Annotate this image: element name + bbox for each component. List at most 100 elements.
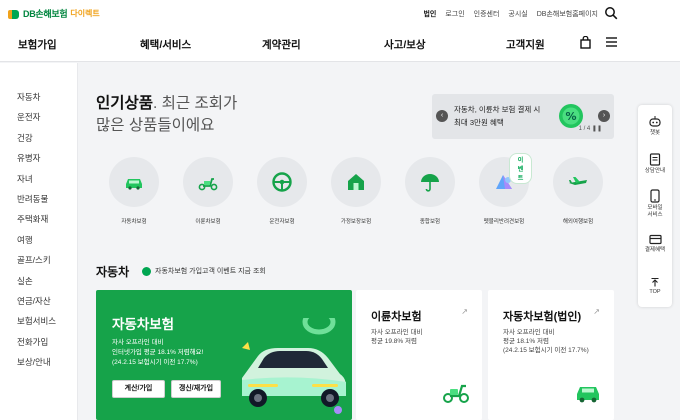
card-moto-desc-line1: 자사 오프라인 대비 xyxy=(371,329,423,336)
quick-label-chatbot: 챗봇 xyxy=(649,130,661,136)
hero-title-bold: 인기상품 xyxy=(96,95,154,112)
popular-products: 자동차보험 이륜차보험 운전자보험 가정보장보험 종합보험 이벤트 펫블리반려견… xyxy=(106,153,606,227)
util-link-homepage[interactable]: DB손해보험홈페이지 xyxy=(537,9,598,19)
nav-item-claims[interactable]: 사고/보상 xyxy=(384,37,426,52)
sidebar-item-health[interactable]: 건강 xyxy=(0,128,77,148)
sidebar-item-pets[interactable]: 반려동물 xyxy=(0,189,77,209)
shopping-bag-icon[interactable] xyxy=(580,36,591,49)
util-link-cert-center[interactable]: 인증센터 xyxy=(474,9,500,19)
product-item-car[interactable]: 자동차보험 xyxy=(106,157,162,225)
product-item-comprehensive[interactable]: 종합보험 xyxy=(402,157,458,225)
quick-item-payment-benefit[interactable]: 결제혜택 xyxy=(638,234,672,254)
quick-label-service: 서비스 xyxy=(647,212,663,218)
main-nav: 보험가입 혜택/서비스 계약관리 사고/보상 고객지원 xyxy=(0,28,680,62)
section-title: 자동차 xyxy=(96,265,130,279)
search-icon[interactable] xyxy=(604,6,618,20)
house-icon xyxy=(348,174,364,190)
quick-item-top[interactable]: TOP xyxy=(638,277,672,296)
top-utility-bar: DB손해보험 다이렉트 법인 로그인 인증센터 공시실 DB손해보험홈페이지 xyxy=(0,0,680,28)
event-badge: 이벤트 xyxy=(509,153,532,184)
product-item-pet[interactable]: 이벤트 펫블리반려견보험 xyxy=(476,153,532,225)
sidebar-item-claims-guide[interactable]: 보상/안내 xyxy=(0,352,77,372)
promo-banner[interactable]: ‹ 자동차, 이륜차 보험 결제 시 최대 3만원 혜택 % › 1 / 4 ❚… xyxy=(432,94,614,139)
card-moto-title: 이륜차보험 xyxy=(371,311,422,323)
util-link-login[interactable]: 로그인 xyxy=(445,9,464,19)
hero-title-line2: 많은 상품들이에요 xyxy=(96,117,215,134)
sidebar-item-service[interactable]: 보험서비스 xyxy=(0,311,77,331)
banner-next-icon[interactable]: › xyxy=(598,110,610,122)
banner-prev-icon[interactable]: ‹ xyxy=(436,110,448,122)
banner-page-indicator: 1 / 4 ❚❚ xyxy=(578,126,602,132)
card-corp-title: 자동차보험(법인) xyxy=(503,311,582,323)
renew-rejoin-button[interactable]: 갱신/재가입 xyxy=(171,380,221,398)
quick-label-top: TOP xyxy=(649,289,661,295)
logo-sub-text: 다이렉트 xyxy=(70,9,100,18)
consult-document-icon xyxy=(649,153,661,166)
mobile-phone-icon xyxy=(650,189,660,203)
quick-label-payment: 결제혜택 xyxy=(644,247,666,253)
banner-text: 자동차, 이륜차 보험 결제 시 최대 3만원 혜택 xyxy=(454,103,564,129)
util-link-corporate[interactable]: 법인 xyxy=(423,9,436,19)
banner-text-line2: 최대 3만원 혜택 xyxy=(454,118,504,127)
nav-item-benefits[interactable]: 혜택/서비스 xyxy=(140,37,191,52)
product-label: 가정보장보험 xyxy=(340,219,372,225)
event-dot-icon xyxy=(142,266,151,276)
sidebar-item-phone-join[interactable]: 전화가입 xyxy=(0,332,77,352)
arrow-up-right-icon: ↗ xyxy=(461,307,468,316)
card-motorcycle-insurance[interactable]: 이륜차보험 자사 오프라인 대비 평균 19.8% 저렴 ↗ xyxy=(356,290,482,420)
logo-mark-icon xyxy=(8,8,20,20)
card-corporate-car-insurance[interactable]: 자동차보험(법인) 자사 오프라인 대비 평균 18.1% 저렴 (24.2.1… xyxy=(488,290,614,420)
sidebar-item-travel[interactable]: 여행 xyxy=(0,230,77,250)
calculate-join-button[interactable]: 계산/가입 xyxy=(112,380,165,398)
card-corp-desc-line1: 자사 오프라인 대비 xyxy=(503,329,555,336)
sidebar-item-house-fire[interactable]: 주택화재 xyxy=(0,209,77,229)
logo-brand-text: DB손해보험 xyxy=(23,9,68,19)
credit-card-icon xyxy=(648,234,662,245)
nav-item-contract[interactable]: 계약관리 xyxy=(262,37,301,52)
utility-links: 법인 로그인 인증센터 공시실 DB손해보험홈페이지 xyxy=(423,9,598,19)
car-icon xyxy=(126,179,142,190)
steering-wheel-icon xyxy=(272,172,292,192)
hero-title-rest: . 최근 조회가 xyxy=(153,95,238,112)
util-link-disclosure[interactable]: 공시실 xyxy=(508,9,527,19)
quick-item-chatbot[interactable]: 챗봇 xyxy=(638,115,672,137)
main-content: 인기상품. 최근 조회가 많은 상품들이에요 ‹ 자동차, 이륜차 보험 결제 … xyxy=(78,63,630,420)
sidebar-item-children[interactable]: 자녀 xyxy=(0,169,77,189)
section-note-text: 자동차보험 가입고객 이벤트 지금 조회 xyxy=(155,268,266,275)
product-circle xyxy=(405,157,455,207)
product-item-scooter[interactable]: 이륜차보험 xyxy=(180,157,236,225)
nav-icons xyxy=(580,36,618,49)
product-item-driver[interactable]: 운전자보험 xyxy=(254,157,310,225)
section-event-link[interactable]: 자동차보험 가입고객 이벤트 지금 조회 xyxy=(142,266,266,276)
card-corp-desc: 자사 오프라인 대비 평균 18.1% 저렴 (24.2.15 보험시기 이전 … xyxy=(503,328,603,355)
card-car-desc-line2: 인터넷가입 평균 18.1% 저렴해요! xyxy=(112,349,204,356)
nav-item-insurance-join[interactable]: 보험가입 xyxy=(18,37,57,52)
banner-page-text: 1 / 4 xyxy=(578,126,591,132)
product-circle xyxy=(109,157,159,207)
hamburger-menu-icon[interactable] xyxy=(605,36,618,48)
product-circle xyxy=(183,157,233,207)
quick-item-mobile-service[interactable]: 모바일 서비스 xyxy=(638,189,672,219)
chatbot-icon xyxy=(649,116,661,127)
card-car-desc: 자사 오프라인 대비 인터넷가입 평균 18.1% 저렴해요! (24.2.15… xyxy=(112,338,252,368)
product-label: 해외여행보험 xyxy=(562,219,594,225)
sidebar-item-driver[interactable]: 운전자 xyxy=(0,107,77,127)
sidebar-item-pension[interactable]: 연금/자산 xyxy=(0,291,77,311)
airplane-icon xyxy=(569,177,587,185)
quick-menu: 챗봇 상담안내 모바일 서비스 결제혜택 TOP xyxy=(638,105,672,307)
card-car-desc-line3: (24.2.15 보험시기 이전 17.7%) xyxy=(112,359,198,366)
sidebar-item-indemnity[interactable]: 실손 xyxy=(0,271,77,291)
product-label: 종합보험 xyxy=(419,219,441,225)
sidebar-item-preexisting[interactable]: 유병자 xyxy=(0,148,77,168)
scooter-icon xyxy=(198,178,218,191)
quick-item-consult[interactable]: 상담안내 xyxy=(638,153,672,175)
arrow-up-icon xyxy=(651,278,659,287)
nav-item-support[interactable]: 고객지원 xyxy=(506,37,545,52)
product-item-travel[interactable]: 해외여행보험 xyxy=(550,157,606,225)
card-car-insurance[interactable]: 자동차보험 자사 오프라인 대비 인터넷가입 평균 18.1% 저렴해요! (2… xyxy=(96,290,352,420)
sidebar-item-golf-ski[interactable]: 골프/스키 xyxy=(0,250,77,270)
product-item-home[interactable]: 가정보장보험 xyxy=(328,157,384,225)
sidebar-item-car[interactable]: 자동차 xyxy=(0,87,77,107)
brand-logo[interactable]: DB손해보험 다이렉트 xyxy=(8,7,100,20)
banner-text-line1: 자동차, 이륜차 보험 결제 시 xyxy=(454,105,541,114)
